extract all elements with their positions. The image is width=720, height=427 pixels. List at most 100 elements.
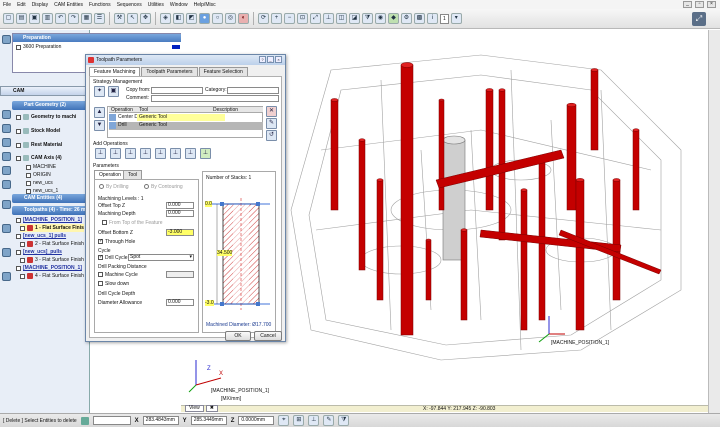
view-tab[interactable]: View: [185, 405, 204, 412]
tree-tool-icon-2[interactable]: [2, 124, 11, 133]
ortho-icon[interactable]: ⊥: [308, 415, 320, 426]
add-op-icon-3[interactable]: ⊥: [125, 148, 136, 159]
x-coordinate[interactable]: 283.4843mm: [142, 416, 179, 425]
tree-tool-icon-7[interactable]: [2, 200, 11, 209]
rotate-icon[interactable]: ⟳: [258, 13, 269, 24]
zoom-window-icon[interactable]: ⊡: [297, 13, 308, 24]
tree-tp-2[interactable]: 2 - Flat Surface Finish: [20, 240, 84, 248]
new-icon[interactable]: ▢: [3, 13, 14, 24]
status-dropdown[interactable]: [92, 416, 131, 425]
view-top-icon[interactable]: ◩: [186, 13, 197, 24]
view-front-icon[interactable]: ◧: [173, 13, 184, 24]
undo-icon[interactable]: ↶: [55, 13, 66, 24]
offset-top-z-input[interactable]: 0.000: [166, 202, 194, 209]
copy-from-input[interactable]: [151, 87, 203, 94]
cancel-button[interactable]: Cancel: [254, 331, 282, 341]
tab-toolpath-parameters[interactable]: Toolpath Parameters: [141, 67, 198, 76]
tree-tp-machine-position-2[interactable]: [MACHINE_POSITION_1]: [16, 264, 82, 272]
diameter-allowance-input[interactable]: 0.000: [166, 299, 194, 306]
by-contouring-option[interactable]: By Contouring: [144, 184, 183, 190]
tree-axis-origin[interactable]: ORIGIN: [26, 171, 51, 179]
strategy-load-icon[interactable]: ✦: [94, 86, 105, 97]
fit-view-icon[interactable]: ⤢: [692, 12, 706, 26]
redo-icon[interactable]: ↷: [68, 13, 79, 24]
tree-tool-icon-8[interactable]: [2, 224, 11, 233]
tab-feature-selection[interactable]: Feature Selection: [198, 67, 248, 76]
tree-tp-new-ucs-1[interactable]: [new_ucs_1] pulls: [16, 232, 66, 240]
param-tab-tool[interactable]: Tool: [123, 170, 143, 179]
zoom-out-icon[interactable]: −: [284, 13, 295, 24]
tree-axis-machine[interactable]: MACHINE: [26, 163, 56, 171]
grid-icon[interactable]: ▦: [81, 13, 92, 24]
add-op-icon-5[interactable]: ⊥: [155, 148, 166, 159]
dropdown-icon[interactable]: ▾: [450, 13, 462, 24]
by-drilling-option[interactable]: By Drilling: [99, 184, 129, 190]
tree-tp-machine-position[interactable]: [MACHINE_POSITION_1]: [16, 216, 82, 224]
toolpath-icon[interactable]: ◐: [238, 13, 249, 24]
menu-window[interactable]: Window: [170, 2, 188, 8]
y-coordinate[interactable]: 285.3449mm: [190, 416, 227, 425]
tree-tool-icon-4[interactable]: [2, 152, 11, 161]
menu-utilities[interactable]: Utilities: [148, 2, 164, 8]
filter-icon-2[interactable]: ⧩: [338, 415, 350, 426]
page-select[interactable]: 1: [440, 13, 449, 24]
menu-functions[interactable]: Functions: [89, 2, 111, 8]
close-button[interactable]: ×: [707, 1, 716, 8]
tree-tp-1[interactable]: 1 - Flat Surface Finis: [20, 224, 84, 232]
machine-cycle-checkbox[interactable]: Machine Cycle: [98, 272, 138, 278]
measure-icon[interactable]: ⊥: [323, 13, 334, 24]
tree-tool-icon-3[interactable]: [2, 138, 11, 147]
preparation-checkbox[interactable]: [16, 44, 21, 50]
add-op-icon-6[interactable]: ⊥: [170, 148, 181, 159]
menu-file[interactable]: File: [3, 2, 11, 8]
menu-display[interactable]: Display: [32, 2, 48, 8]
tree-tp-new-ucs[interactable]: [new_ucs]_pulls: [16, 248, 62, 256]
tool-icon[interactable]: ⚒: [114, 13, 125, 24]
save-icon[interactable]: ▣: [29, 13, 40, 24]
menu-sequences[interactable]: Sequences: [117, 2, 142, 8]
open-icon[interactable]: ▤: [16, 13, 27, 24]
tree-rest-material[interactable]: Rest Material: [16, 141, 62, 149]
preparation-item[interactable]: 3600 Preparation: [23, 44, 61, 50]
tree-tool-icon-6[interactable]: [2, 180, 11, 189]
fit-icon[interactable]: ⤢: [310, 13, 321, 24]
select-icon[interactable]: ↖: [127, 13, 138, 24]
filter-icon[interactable]: ⧩: [362, 13, 373, 24]
tree-axis-new-ucs[interactable]: new_ucs: [26, 179, 53, 187]
reset-operation-icon[interactable]: ↺: [266, 130, 277, 141]
move-down-icon[interactable]: ▼: [94, 120, 105, 131]
grid-row-drill[interactable]: Drill Generic Tool: [109, 122, 263, 130]
info-icon[interactable]: i: [427, 13, 438, 24]
strategy-save-icon[interactable]: ▣: [108, 86, 119, 97]
delete-operation-icon[interactable]: ✕: [266, 106, 277, 117]
maximize-button[interactable]: ▫: [695, 1, 704, 8]
tree-stock-model[interactable]: Stock Model: [16, 127, 60, 135]
section-icon[interactable]: ◫: [336, 13, 347, 24]
tab-feature-machining[interactable]: Feature Machining: [89, 67, 141, 76]
pan-icon[interactable]: ✥: [140, 13, 151, 24]
color-icon[interactable]: ◆: [388, 13, 399, 24]
comment-input[interactable]: [151, 95, 279, 102]
tree-cam-axis[interactable]: CAM Axis (4): [16, 154, 62, 162]
render-icon[interactable]: ◪: [349, 13, 360, 24]
tree-tool-icon-1[interactable]: [2, 110, 11, 119]
settings-icon[interactable]: ⚙: [401, 13, 412, 24]
dialog-close-button[interactable]: ×: [275, 56, 282, 63]
ok-button[interactable]: OK: [225, 331, 251, 341]
add-op-icon-7[interactable]: ⊥: [185, 148, 196, 159]
tree-tp-4[interactable]: 4 - Flat Surface Finish: [20, 272, 84, 280]
dialog-help-button[interactable]: ?: [259, 56, 266, 63]
cube-icon[interactable]: ▩: [414, 13, 425, 24]
view-iso-icon[interactable]: ◈: [160, 13, 171, 24]
shade-icon[interactable]: ●: [199, 13, 210, 24]
part-geometry-header[interactable]: Part Geometry (2): [12, 101, 90, 110]
slow-down-checkbox[interactable]: Slow down: [98, 281, 129, 287]
toolpaths-header[interactable]: Toolpaths (4) - Time: 26 mi: [12, 206, 90, 215]
preparation-icon[interactable]: [2, 35, 11, 44]
machining-depth-input[interactable]: 0.000: [166, 210, 194, 217]
minimize-button[interactable]: _: [683, 1, 692, 8]
layers-icon[interactable]: ☰: [94, 13, 105, 24]
menu-cam-entities[interactable]: CAM Entities: [54, 2, 83, 8]
z-coordinate[interactable]: 0.0000mm: [238, 416, 275, 425]
grid-row-center-drill[interactable]: Center Drill Generic Tool: [109, 114, 263, 121]
